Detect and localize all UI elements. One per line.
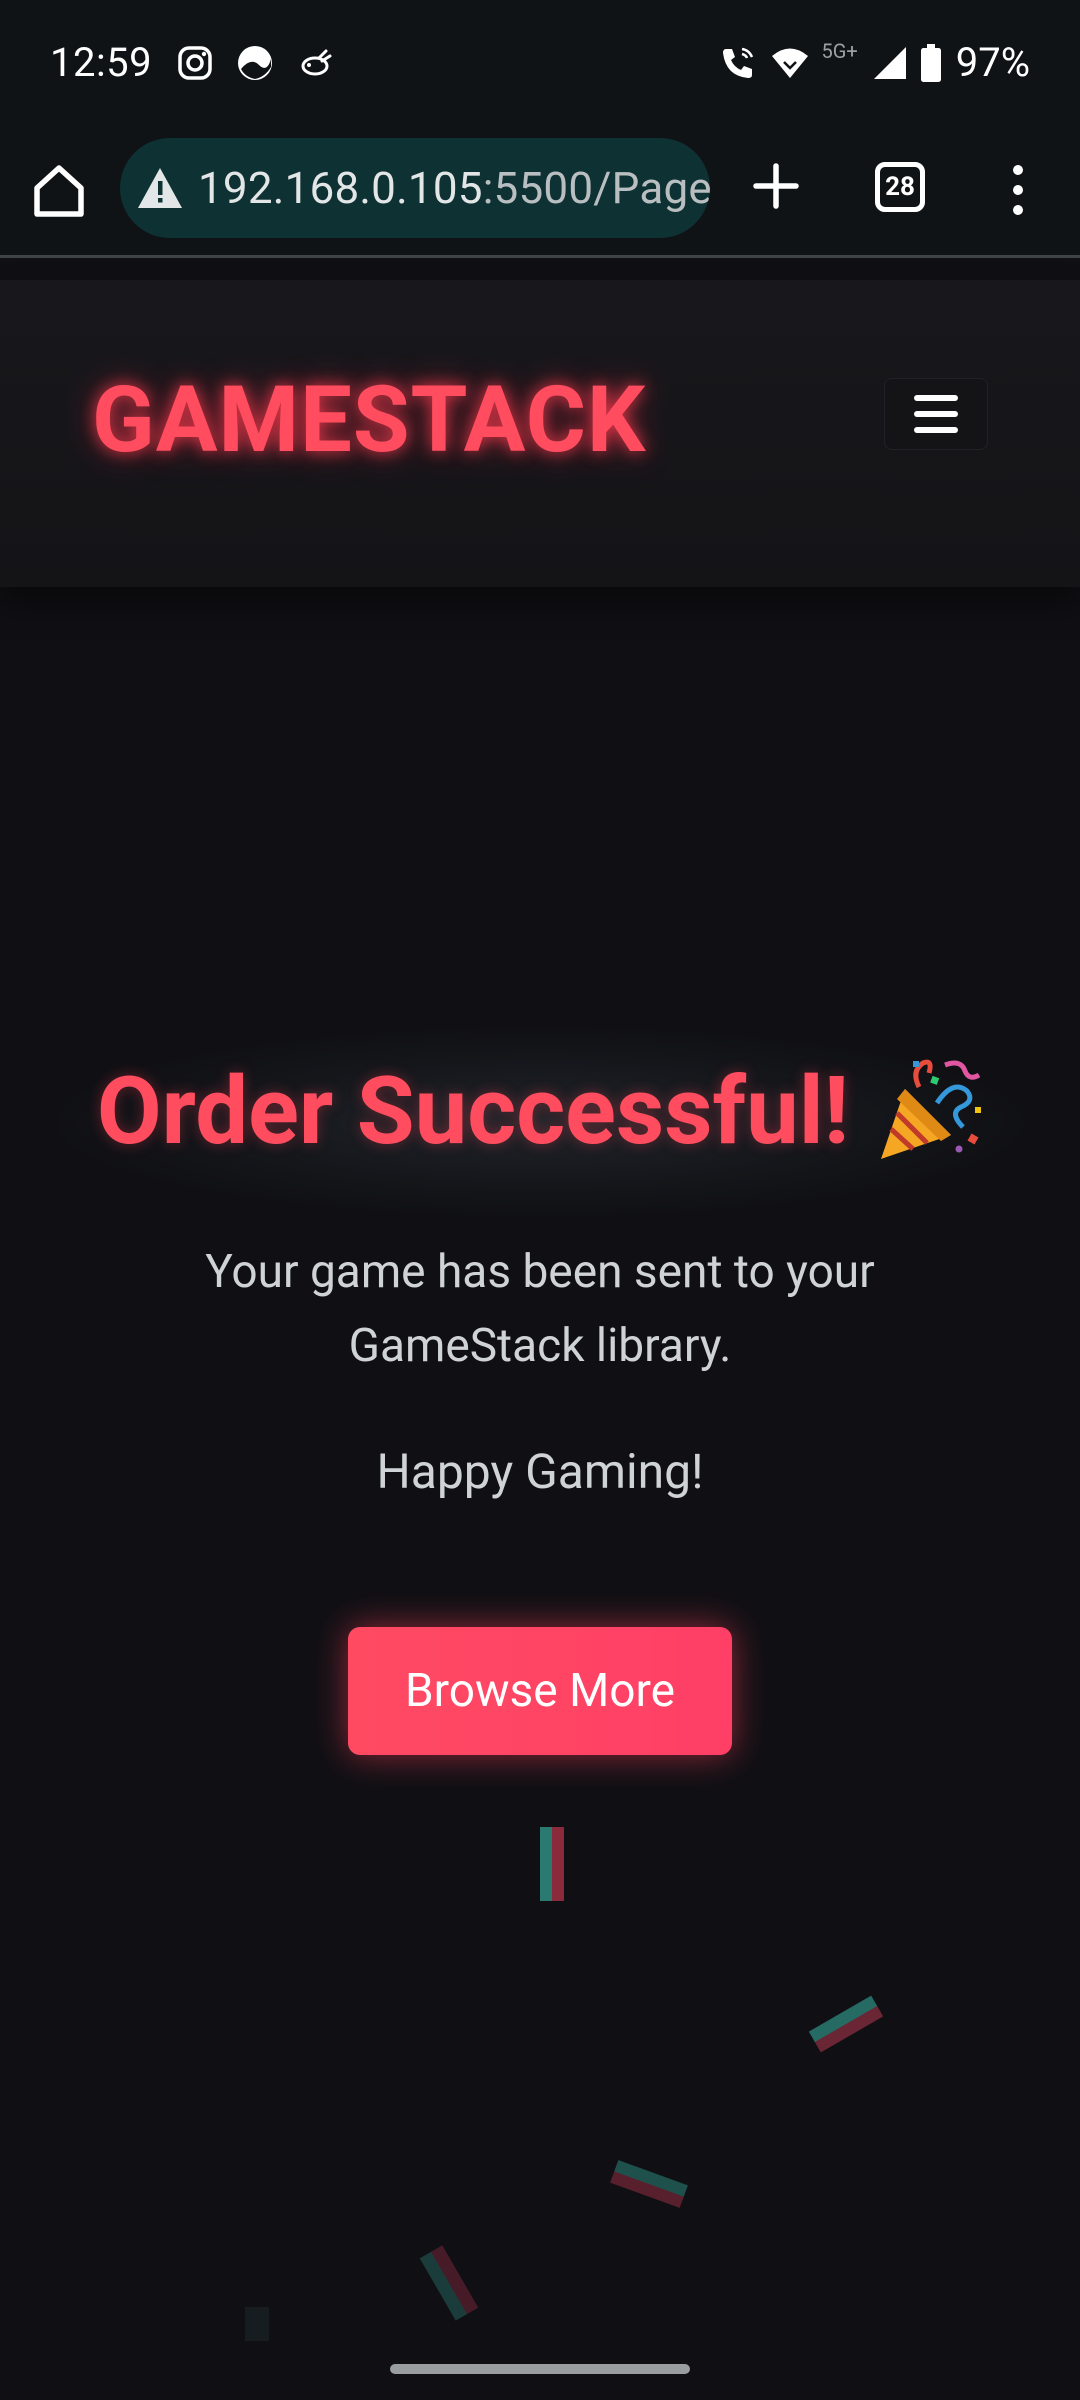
network-type: 5G+ <box>821 39 858 63</box>
wifi-call-icon <box>722 47 753 78</box>
confetti-piece <box>808 1995 884 2053</box>
status-app-icons <box>175 43 335 83</box>
success-title: Order Successful! <box>96 1056 850 1166</box>
url-path: :5500/Page <box>482 162 710 214</box>
browser-toolbar: 192.168.0.105:5500/Page 28 <box>0 128 1080 258</box>
gesture-nav-handle[interactable] <box>390 2364 690 2374</box>
confetti-piece <box>245 2307 269 2341</box>
confetti-piece <box>419 2245 479 2321</box>
battery-percent: 97% <box>955 39 1030 86</box>
site-header: GAMESTACK <box>0 280 1080 587</box>
success-title-row: Order Successful! <box>0 1057 1080 1165</box>
url-host: 192.168.0.105 <box>198 162 483 214</box>
party-popper-icon <box>881 1059 982 1159</box>
hamburger-line <box>914 395 958 401</box>
success-message: Your game has been sent to your GameStac… <box>205 1245 875 1373</box>
happy-gaming-text: Happy Gaming! <box>376 1443 704 1500</box>
browse-more-button[interactable]: Browse More <box>348 1627 732 1755</box>
url-text[interactable]: 192.168.0.105:5500/Page <box>198 162 710 214</box>
hamburger-icon[interactable] <box>884 378 988 450</box>
app-circle-icon <box>238 46 272 80</box>
status-time: 12:59 <box>50 39 153 86</box>
confetti-piece <box>610 2160 688 2208</box>
main-content: Order Successful! Your game has been sen… <box>0 587 1080 2400</box>
hamburger-line <box>914 411 958 417</box>
address-bar[interactable]: 192.168.0.105:5500/Page <box>120 138 710 238</box>
status-bar: 12:59 5G+ 97% <box>0 0 1080 128</box>
hamburger-line <box>914 427 958 433</box>
instagram-icon <box>178 46 212 80</box>
tabs-button[interactable]: 28 <box>875 162 925 212</box>
warning-icon[interactable] <box>136 166 184 210</box>
signal-icon <box>873 47 906 79</box>
wifi-icon <box>771 48 808 78</box>
plus-icon[interactable] <box>750 156 802 216</box>
menu-dots-icon[interactable] <box>1008 160 1028 220</box>
status-system-icons: 5G+ 97% <box>718 38 1030 88</box>
site-logo[interactable]: GAMESTACK <box>92 375 646 467</box>
home-icon[interactable] <box>32 160 86 220</box>
confetti-piece <box>540 1827 564 1901</box>
battery-icon <box>920 44 941 82</box>
bird-icon <box>301 49 332 76</box>
